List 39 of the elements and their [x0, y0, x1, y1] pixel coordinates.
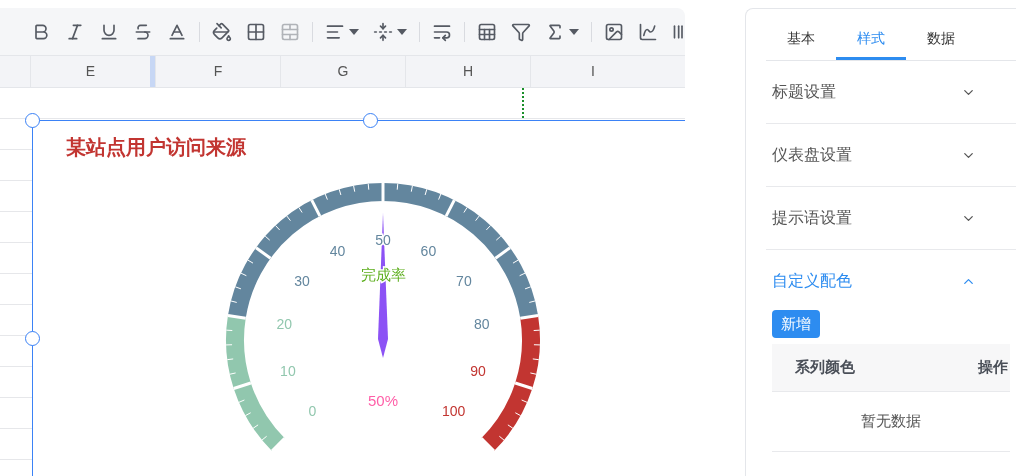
column-header[interactable]: G	[280, 56, 405, 87]
scale-label: 70	[456, 273, 472, 290]
scale-label: 40	[329, 242, 346, 259]
chart-title: 某站点用户访问来源	[66, 135, 246, 160]
resize-handle[interactable]	[25, 113, 40, 128]
scale-label: 60	[420, 242, 437, 259]
chart-icon	[638, 21, 658, 42]
scale-label: 100	[442, 402, 466, 419]
column-header[interactable]: I	[530, 56, 655, 87]
table-header: 系列颜色	[795, 357, 855, 378]
caret-icon	[397, 28, 407, 35]
scale-label: 90	[470, 362, 486, 379]
fill-color-icon	[212, 21, 232, 42]
scale-label: 30	[294, 273, 310, 290]
tab[interactable]: 样式	[836, 20, 906, 60]
section-header[interactable]: 提示语设置	[766, 187, 1016, 249]
gauge-value: 50%	[368, 392, 398, 409]
section-header[interactable]: 仪表盘设置	[766, 124, 1016, 186]
column-header[interactable]: F	[155, 56, 280, 87]
scale-label: 20	[276, 316, 292, 333]
scale-label: 0	[308, 402, 317, 419]
image-icon	[604, 21, 624, 42]
column-header[interactable]: H	[405, 56, 530, 87]
italic-icon	[65, 21, 85, 42]
borders-icon	[246, 21, 266, 42]
caret-icon	[349, 28, 359, 35]
scale-label: 80	[474, 316, 490, 333]
merge-cells-icon	[280, 21, 300, 42]
caret-icon	[569, 28, 579, 35]
table-header: 操作	[978, 357, 1008, 378]
empty-text: 暂无数据	[861, 411, 921, 432]
section-header[interactable]: 自定义配色	[766, 250, 1016, 312]
tab[interactable]: 数据	[906, 20, 976, 60]
tab[interactable]: 基本	[766, 20, 836, 60]
filter-icon	[511, 21, 531, 42]
vertical-align-icon	[373, 21, 393, 42]
table-icon	[477, 21, 497, 42]
section-header[interactable]: 标题设置	[766, 61, 1016, 123]
scale-label: 10	[280, 362, 296, 379]
